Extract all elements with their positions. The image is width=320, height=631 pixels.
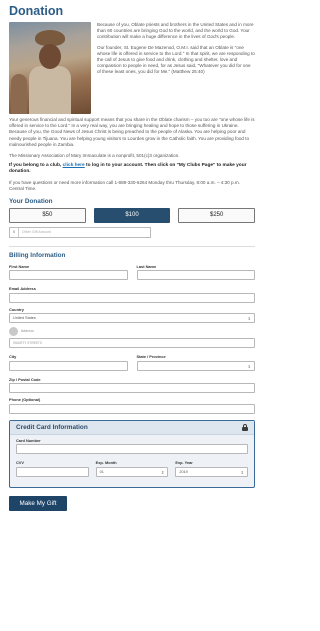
first-name-label: First Name — [9, 263, 30, 269]
body-paragraph: The Missionary Association of Mary Immac… — [9, 152, 180, 158]
amount-button-100[interactable]: $100 — [93, 207, 171, 223]
address-verification-logo: Address — [9, 327, 255, 337]
chevron-down-icon: ⇕ — [240, 469, 245, 475]
club-notice: If you belong to a club, click here to l… — [9, 163, 247, 175]
exp-month-label: Exp. Month — [95, 460, 117, 466]
amount-button-250[interactable]: $250 — [178, 207, 256, 223]
phone-field[interactable] — [9, 403, 255, 414]
divider — [9, 245, 255, 247]
club-login-link[interactable]: click here — [63, 163, 85, 168]
address-label: Address — [21, 328, 34, 333]
country-label: Country — [9, 306, 24, 312]
make-my-gift-button[interactable]: Make My Gift — [9, 495, 67, 511]
country-value: United States — [13, 316, 36, 321]
amount-options: $50 $100 $250 — [9, 207, 256, 223]
card-number-field[interactable] — [16, 444, 248, 455]
body-paragraph: Your generous financial and spiritual su… — [9, 117, 255, 147]
chevron-down-icon: ⇕ — [160, 469, 165, 475]
city-field[interactable] — [9, 360, 128, 371]
chevron-down-icon: ⇕ — [247, 316, 251, 322]
smarty-logo-text: SMARTY STREETS — [13, 341, 42, 346]
your-donation-heading: Your Donation — [9, 197, 53, 205]
last-name-label: Last Name — [136, 263, 157, 269]
other-amount-placeholder: Other Gift Amount — [22, 230, 51, 235]
city-label: City — [9, 354, 17, 360]
zip-label: Zip / Postal Code — [9, 376, 41, 382]
state-label: State / Province — [136, 354, 166, 360]
billing-heading: Billing Information — [9, 251, 66, 259]
address-field[interactable]: SMARTY STREETS — [9, 338, 255, 349]
chevron-down-icon: ⇕ — [247, 363, 251, 369]
last-name-field[interactable] — [136, 270, 255, 281]
exp-year-select[interactable]: 2019 ⇕ — [175, 466, 249, 477]
zip-field[interactable] — [9, 383, 255, 394]
exp-year-label: Exp. Year — [175, 460, 193, 466]
credit-card-panel: Credit Card Information Card Number CVV … — [9, 419, 255, 488]
phone-label: Phone (Optional) — [9, 397, 41, 403]
email-label: Email Address — [9, 286, 36, 292]
cvv-field[interactable] — [16, 466, 89, 477]
lock-icon — [241, 423, 248, 431]
page-title: Donation — [9, 4, 64, 18]
first-name-field[interactable] — [9, 270, 128, 281]
cvv-label: CVV — [16, 460, 24, 466]
smarty-logo-icon — [9, 327, 18, 337]
amount-button-50[interactable]: $50 — [9, 207, 86, 223]
exp-month-value: 01 — [99, 469, 104, 474]
children-photo — [9, 22, 91, 114]
contact-info: If you have questions or need more infor… — [9, 180, 240, 192]
country-select[interactable]: United States ⇕ — [9, 313, 255, 324]
intro-section: Because of you, Oblate priests and broth… — [9, 22, 255, 117]
state-select[interactable]: ⇕ — [136, 360, 255, 371]
donation-page: Donation Because of you, Oblate priests … — [9, 4, 256, 511]
exp-year-value: 2019 — [179, 469, 188, 474]
exp-month-select[interactable]: 01 ⇕ — [95, 466, 169, 477]
email-field[interactable] — [9, 292, 255, 303]
credit-card-heading: Credit Card Information — [16, 423, 88, 431]
card-number-label: Card Number — [16, 437, 41, 443]
currency-symbol: $ — [10, 227, 19, 237]
other-amount-input[interactable]: $ Other Gift Amount — [9, 226, 151, 238]
